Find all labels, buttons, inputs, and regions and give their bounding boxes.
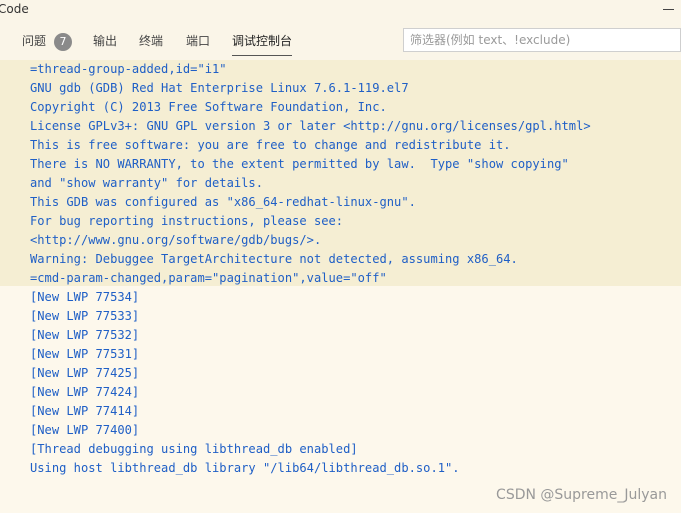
console-line: Copyright (C) 2013 Free Software Foundat… — [30, 100, 387, 114]
minimize-icon[interactable] — [661, 2, 675, 16]
console-line: There is NO WARRANTY, to the extent perm… — [30, 157, 569, 171]
title-bar: Code — [0, 0, 681, 20]
tab-debug-console[interactable]: 调试控制台 — [232, 31, 293, 56]
console-line: For bug reporting instructions, please s… — [30, 214, 344, 228]
console-line: [New LWP 77534] — [30, 290, 140, 304]
tab-output[interactable]: 输出 — [93, 31, 117, 51]
console-line: [New LWP 77532] — [30, 328, 140, 342]
console-line: =thread-group-added,id="i1" — [30, 62, 227, 76]
tab-terminal[interactable]: 终端 — [139, 31, 163, 51]
console-line: Warning: Debuggee TargetArchitecture not… — [30, 252, 518, 266]
tab-problems-label: 问题 — [22, 34, 47, 48]
debug-console-output[interactable]: =thread-group-added,id="i1" GNU gdb (GDB… — [0, 60, 681, 513]
console-line: GNU gdb (GDB) Red Hat Enterprise Linux 7… — [30, 81, 409, 95]
console-lines: =thread-group-added,id="i1" GNU gdb (GDB… — [30, 60, 591, 478]
console-line: This GDB was configured as "x86_64-redha… — [30, 195, 416, 209]
active-tab-indicator — [232, 55, 293, 56]
tab-output-label: 输出 — [93, 34, 118, 48]
console-line: [New LWP 77533] — [30, 309, 140, 323]
console-line: [Thread debugging using libthread_db ena… — [30, 442, 358, 456]
console-line: and "show warranty" for details. — [30, 176, 263, 190]
csdn-watermark: CSDN @Supreme_Julyan — [496, 487, 667, 503]
console-line: This is free software: you are free to c… — [30, 138, 511, 152]
console-line: [New LWP 77400] — [30, 423, 140, 437]
console-line: Using host libthread_db library "/lib64/… — [30, 461, 460, 475]
filter-input[interactable] — [403, 28, 681, 52]
console-line: <http://www.gnu.org/software/gdb/bugs/>. — [30, 233, 322, 247]
console-line: [New LWP 77424] — [30, 385, 140, 399]
console-line: License GPLv3+: GNU GPL version 3 or lat… — [30, 119, 591, 133]
window-title: Code — [0, 2, 29, 16]
console-line: [New LWP 77425] — [30, 366, 140, 380]
tab-ports[interactable]: 端口 — [186, 31, 210, 51]
console-line: [New LWP 77531] — [30, 347, 140, 361]
tab-problems[interactable]: 问题 — [22, 31, 46, 51]
console-line: =cmd-param-changed,param="pagination",va… — [30, 271, 387, 285]
vscode-window: Code 问题 输出 终端 端口 调试控制台 7 =thread-group-a… — [0, 0, 681, 513]
tab-ports-label: 端口 — [186, 34, 211, 48]
problems-count-badge: 7 — [54, 33, 72, 51]
tab-debug-console-label: 调试控制台 — [232, 34, 293, 48]
console-line: [New LWP 77414] — [30, 404, 140, 418]
tab-terminal-label: 终端 — [139, 34, 164, 48]
